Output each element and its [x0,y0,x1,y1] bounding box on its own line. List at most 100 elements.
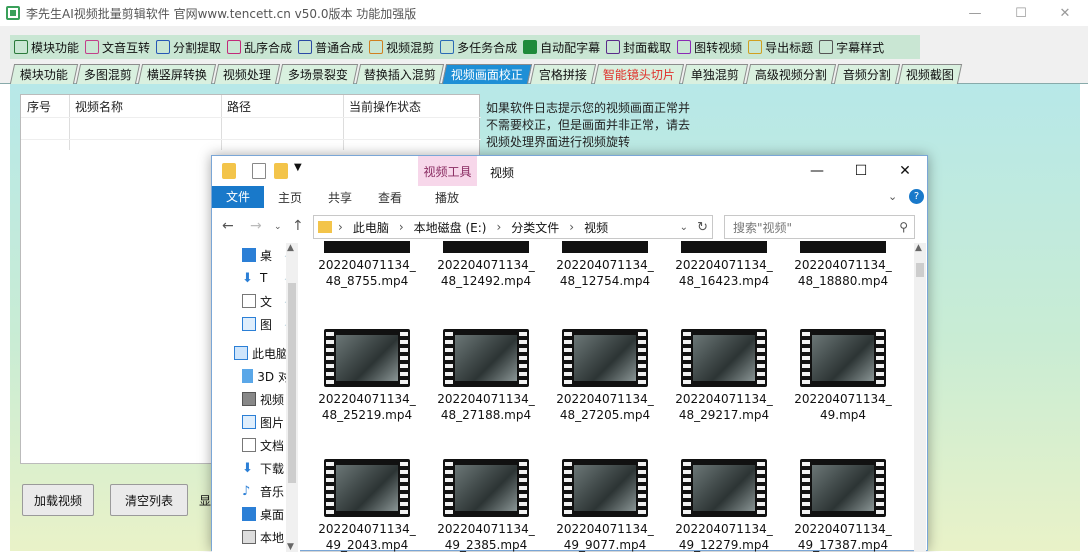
tab-single-mix[interactable]: 单独混剪 [681,64,749,84]
chevron-down-icon[interactable]: ▼ [294,162,302,173]
search-box[interactable]: 搜索"视频" ⚲ [724,215,915,239]
nav-item-desktop-pinned[interactable]: 桌 [242,245,284,265]
export-icon [748,40,763,54]
nav-item-this-pc[interactable]: 此电脑 [234,343,288,363]
file-item[interactable]: 202204071134_ 49_2043.mp4 [312,459,422,552]
minimize-button[interactable]: — [952,0,998,26]
nav-item-pictures[interactable]: 图片 [242,412,290,432]
file-item[interactable]: 202204071134_ 49.mp4 [788,329,898,423]
breadcrumb-video[interactable]: 视频 [584,219,608,236]
explorer-maximize-button[interactable]: ☐ [839,156,883,186]
nav-scroll-thumb[interactable] [288,283,296,483]
video-tools-context-tab[interactable]: 视频工具 [418,156,477,186]
tab-multi-image[interactable]: 多图混剪 [75,64,141,84]
tab-modules[interactable]: 模块功能 [9,64,79,84]
nav-item-videos[interactable]: 视频 [242,389,290,409]
toolbar-subtitle-button[interactable]: 自动配字幕 [521,36,604,58]
ribbon-tab-home[interactable]: 主页 [268,186,312,208]
back-arrow-icon[interactable]: ← [222,218,234,234]
scroll-up-icon[interactable]: ▲ [287,243,294,253]
file-scroll-thumb[interactable] [916,263,924,277]
tab-replace-insert[interactable]: 替换插入混剪 [355,64,445,84]
tab-audio-split[interactable]: 音频分割 [833,64,901,84]
nav-item-documents-pinned[interactable]: 文 [242,291,284,311]
ribbon-expand-icon[interactable]: ⌄ [888,190,897,203]
file-item[interactable]: 202204071134_ 48_27188.mp4 [431,329,541,423]
nav-item-documents[interactable]: 文档 [242,435,290,455]
nav-item-local-disk[interactable]: 本地 [242,527,290,547]
address-bar[interactable]: › 此电脑 › 本地磁盘 (E:) › 分类文件 › 视频 ⌄ ↻ [313,215,713,239]
breadcrumb-this-pc[interactable]: 此电脑 [353,219,389,236]
toolbar-label: 图转视频 [694,40,743,55]
ribbon-tab-file[interactable]: 文件 [212,186,264,208]
file-item[interactable]: 202204071134_ 49_2385.mp4 [431,459,541,552]
file-item[interactable]: 202204071134_ 48_18880.mp4 [788,241,898,289]
column-header-index[interactable]: 序号 [27,98,51,115]
ribbon-tabs: 文件 主页 共享 查看 播放 ⌄ ? [212,186,927,208]
file-item[interactable]: 202204071134_ 48_27205.mp4 [550,329,660,423]
explorer-close-button[interactable]: ✕ [883,156,927,186]
tab-grid-stitch[interactable]: 宫格拼接 [529,64,597,84]
breadcrumb-drive[interactable]: 本地磁盘 (E:) [414,219,487,236]
ribbon-tab-play[interactable]: 播放 [424,186,470,208]
scroll-up-icon[interactable]: ▲ [915,243,922,253]
nav-item-music[interactable]: ♪ 音乐 [242,481,290,501]
load-video-button[interactable]: 加载视频 [22,484,94,516]
tab-smart-slice[interactable]: 智能镜头切片 [593,64,685,84]
column-header-name[interactable]: 视频名称 [75,98,123,115]
nav-item-desktop[interactable]: 桌面 [242,504,290,524]
up-arrow-icon[interactable]: ↑ [292,218,304,234]
nav-item-downloads[interactable]: ⬇ 下载 [242,458,290,478]
column-divider [221,95,222,150]
column-header-path[interactable]: 路径 [227,98,251,115]
nav-item-3d-objects[interactable]: 3D 对 [242,366,290,386]
properties-icon[interactable] [252,163,266,179]
column-header-status[interactable]: 当前操作状态 [349,98,421,115]
help-icon[interactable]: ? [909,189,924,204]
nav-pane-scrollbar[interactable]: ▲ ▼ [286,243,298,552]
toolbar-multitask-button[interactable]: 多任务合成 [438,36,521,58]
refresh-icon[interactable]: ↻ [697,220,708,235]
toolbar-mix-button[interactable]: 视频混剪 [367,36,438,58]
file-item[interactable]: 202204071134_ 48_29217.mp4 [669,329,779,423]
toolbar-cover-button[interactable]: 封面截取 [604,36,675,58]
tab-orientation[interactable]: 横竖屏转换 [137,64,217,84]
toolbar-export-title-button[interactable]: 导出标题 [746,36,817,58]
file-item[interactable]: 202204071134_ 49_9077.mp4 [550,459,660,552]
file-item[interactable]: 202204071134_ 48_16423.mp4 [669,241,779,289]
toolbar-split-button[interactable]: 分割提取 [154,36,225,58]
tab-label: 多场景裂变 [287,68,348,82]
address-dropdown-icon[interactable]: ⌄ [680,222,688,233]
toolbar-shuffle-button[interactable]: 乱序合成 [225,36,296,58]
toolbar-text-audio-button[interactable]: 文音互转 [83,36,154,58]
file-item[interactable]: 202204071134_ 49_12279.mp4 [669,459,779,552]
ribbon-tab-share[interactable]: 共享 [318,186,362,208]
ribbon-tab-view[interactable]: 查看 [368,186,412,208]
toolbar-text-style-button[interactable]: 字幕样式 [817,36,888,58]
file-item[interactable]: 202204071134_ 48_8755.mp4 [312,241,422,289]
tab-video-correction[interactable]: 视频画面校正 [441,64,533,84]
close-button[interactable]: ✕ [1042,0,1088,26]
file-item[interactable]: 202204071134_ 48_12492.mp4 [431,241,541,289]
toolbar-image-video-button[interactable]: 图转视频 [675,36,746,58]
new-folder-icon[interactable] [274,163,288,179]
forward-arrow-icon[interactable]: → [250,218,262,234]
toolbar-merge-button[interactable]: 普通合成 [296,36,367,58]
recent-chevron-icon[interactable]: ⌄ [274,222,282,232]
tab-video-process[interactable]: 视频处理 [213,64,281,84]
nav-item-pictures-pinned[interactable]: 图 [242,314,284,334]
file-grid-scrollbar[interactable]: ▲ [914,243,926,552]
maximize-button[interactable]: ☐ [998,0,1044,26]
toolbar-modules-button[interactable]: 模块功能 [12,36,83,58]
file-item[interactable]: 202204071134_ 48_25219.mp4 [312,329,422,423]
file-item[interactable]: 202204071134_ 49_17387.mp4 [788,459,898,552]
explorer-minimize-button[interactable]: — [795,156,839,186]
tab-advanced-split[interactable]: 高级视频分割 [745,64,837,84]
tab-screenshot[interactable]: 视频截图 [897,64,963,84]
clear-list-button[interactable]: 清空列表 [110,484,188,516]
nav-item-downloads-pinned[interactable]: ⬇ T [242,268,284,288]
breadcrumb-category[interactable]: 分类文件 [511,219,559,236]
tab-multi-scene[interactable]: 多场景裂变 [277,64,359,84]
nav-label: 文档 [260,438,285,453]
file-item[interactable]: 202204071134_ 48_12754.mp4 [550,241,660,289]
